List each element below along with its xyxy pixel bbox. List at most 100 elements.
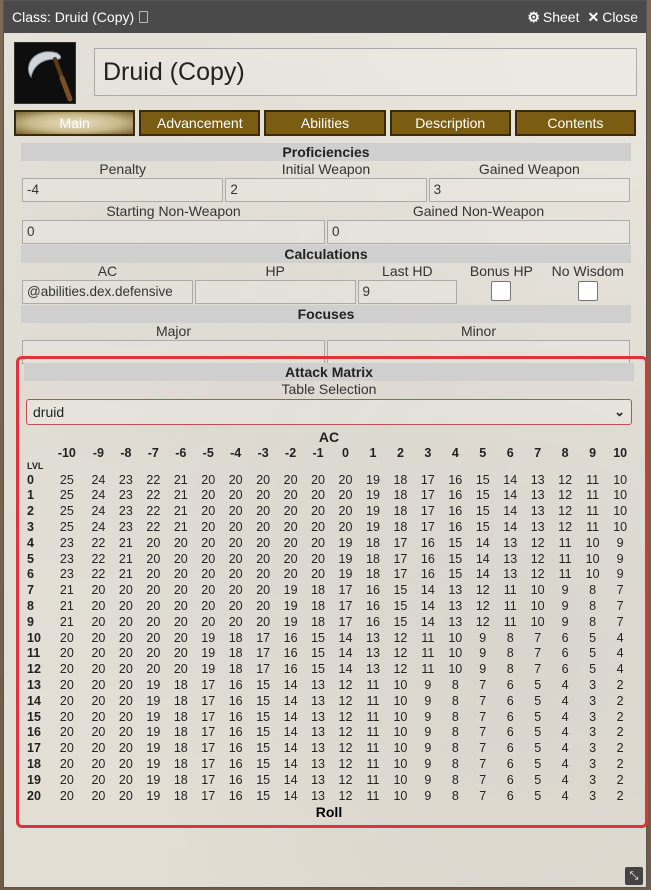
to-hit-cell[interactable]: 19 (195, 630, 222, 646)
to-hit-cell[interactable]: 3 (579, 772, 606, 788)
to-hit-cell[interactable]: 15 (387, 614, 414, 630)
to-hit-cell[interactable]: 12 (469, 582, 496, 598)
to-hit-cell[interactable]: 20 (277, 488, 304, 504)
to-hit-cell[interactable]: 22 (85, 551, 112, 567)
to-hit-cell[interactable]: 6 (497, 725, 524, 741)
to-hit-cell[interactable]: 19 (140, 756, 167, 772)
to-hit-cell[interactable]: 15 (469, 503, 496, 519)
to-hit-cell[interactable]: 16 (222, 677, 249, 693)
to-hit-cell[interactable]: 20 (112, 740, 139, 756)
to-hit-cell[interactable]: 23 (49, 535, 85, 551)
to-hit-cell[interactable]: 14 (469, 535, 496, 551)
to-hit-cell[interactable]: 16 (222, 725, 249, 741)
to-hit-cell[interactable]: 24 (85, 472, 112, 488)
to-hit-cell[interactable]: 15 (249, 772, 276, 788)
to-hit-cell[interactable]: 13 (497, 551, 524, 567)
to-hit-cell[interactable]: 20 (85, 709, 112, 725)
tab-advancement[interactable]: Advancement (139, 110, 261, 136)
to-hit-cell[interactable]: 11 (551, 567, 578, 583)
to-hit-cell[interactable]: 20 (112, 677, 139, 693)
to-hit-cell[interactable]: 23 (49, 551, 85, 567)
to-hit-cell[interactable]: 14 (277, 740, 304, 756)
to-hit-cell[interactable]: 13 (304, 677, 331, 693)
to-hit-cell[interactable]: 7 (524, 630, 551, 646)
to-hit-cell[interactable]: 15 (304, 661, 331, 677)
to-hit-cell[interactable]: 11 (359, 725, 386, 741)
to-hit-cell[interactable]: 20 (49, 788, 85, 804)
to-hit-cell[interactable]: 11 (414, 661, 441, 677)
to-hit-cell[interactable]: 10 (387, 756, 414, 772)
to-hit-cell[interactable]: 8 (442, 772, 469, 788)
to-hit-cell[interactable]: 20 (112, 661, 139, 677)
to-hit-cell[interactable]: 13 (524, 519, 551, 535)
to-hit-cell[interactable]: 10 (579, 535, 606, 551)
to-hit-cell[interactable]: 20 (222, 535, 249, 551)
to-hit-cell[interactable]: 20 (167, 567, 194, 583)
to-hit-cell[interactable]: 10 (442, 661, 469, 677)
to-hit-cell[interactable]: 20 (332, 472, 359, 488)
to-hit-cell[interactable]: 21 (167, 519, 194, 535)
to-hit-cell[interactable]: 14 (497, 488, 524, 504)
to-hit-cell[interactable]: 22 (140, 503, 167, 519)
to-hit-cell[interactable]: 14 (414, 582, 441, 598)
to-hit-cell[interactable]: 16 (222, 709, 249, 725)
to-hit-cell[interactable]: 17 (195, 756, 222, 772)
to-hit-cell[interactable]: 20 (85, 725, 112, 741)
to-hit-cell[interactable]: 20 (277, 472, 304, 488)
to-hit-cell[interactable]: 13 (497, 567, 524, 583)
to-hit-cell[interactable]: 10 (579, 567, 606, 583)
to-hit-cell[interactable]: 19 (332, 551, 359, 567)
to-hit-cell[interactable]: 12 (551, 472, 578, 488)
to-hit-cell[interactable]: 20 (112, 772, 139, 788)
to-hit-cell[interactable]: 10 (606, 503, 634, 519)
to-hit-cell[interactable]: 20 (140, 582, 167, 598)
starting-nonweapon-input[interactable]: 0 (22, 220, 325, 244)
to-hit-cell[interactable]: 8 (442, 756, 469, 772)
to-hit-cell[interactable]: 25 (49, 472, 85, 488)
to-hit-cell[interactable]: 11 (551, 535, 578, 551)
to-hit-cell[interactable]: 16 (442, 503, 469, 519)
to-hit-cell[interactable]: 23 (112, 503, 139, 519)
to-hit-cell[interactable]: 20 (85, 740, 112, 756)
to-hit-cell[interactable]: 10 (387, 772, 414, 788)
to-hit-cell[interactable]: 13 (304, 709, 331, 725)
to-hit-cell[interactable]: 4 (606, 661, 634, 677)
to-hit-cell[interactable]: 12 (332, 756, 359, 772)
to-hit-cell[interactable]: 17 (387, 567, 414, 583)
to-hit-cell[interactable]: 13 (442, 614, 469, 630)
to-hit-cell[interactable]: 15 (304, 646, 331, 662)
to-hit-cell[interactable]: 20 (140, 630, 167, 646)
to-hit-cell[interactable]: 19 (140, 772, 167, 788)
to-hit-cell[interactable]: 24 (85, 488, 112, 504)
to-hit-cell[interactable]: 3 (579, 725, 606, 741)
to-hit-cell[interactable]: 20 (167, 598, 194, 614)
to-hit-cell[interactable]: 12 (332, 709, 359, 725)
to-hit-cell[interactable]: 14 (277, 788, 304, 804)
to-hit-cell[interactable]: 7 (469, 709, 496, 725)
to-hit-cell[interactable]: 20 (222, 614, 249, 630)
to-hit-cell[interactable]: 16 (222, 740, 249, 756)
to-hit-cell[interactable]: 20 (195, 551, 222, 567)
to-hit-cell[interactable]: 20 (195, 519, 222, 535)
to-hit-cell[interactable]: 9 (414, 709, 441, 725)
to-hit-cell[interactable]: 5 (524, 756, 551, 772)
to-hit-cell[interactable]: 11 (414, 630, 441, 646)
to-hit-cell[interactable]: 15 (304, 630, 331, 646)
gained-weapon-input[interactable]: 3 (428, 178, 630, 202)
to-hit-cell[interactable]: 11 (579, 472, 606, 488)
to-hit-cell[interactable]: 12 (387, 646, 414, 662)
to-hit-cell[interactable]: 15 (442, 551, 469, 567)
to-hit-cell[interactable]: 16 (414, 535, 441, 551)
to-hit-cell[interactable]: 13 (442, 582, 469, 598)
to-hit-cell[interactable]: 20 (112, 709, 139, 725)
to-hit-cell[interactable]: 19 (140, 677, 167, 693)
doc-icon[interactable] (139, 11, 149, 23)
to-hit-cell[interactable]: 7 (469, 788, 496, 804)
to-hit-cell[interactable]: 20 (332, 519, 359, 535)
to-hit-cell[interactable]: 20 (277, 503, 304, 519)
to-hit-cell[interactable]: 4 (551, 709, 578, 725)
bonus-hp-checkbox[interactable] (491, 281, 512, 301)
to-hit-cell[interactable]: 20 (167, 614, 194, 630)
to-hit-cell[interactable]: 15 (249, 756, 276, 772)
to-hit-cell[interactable]: 16 (442, 488, 469, 504)
